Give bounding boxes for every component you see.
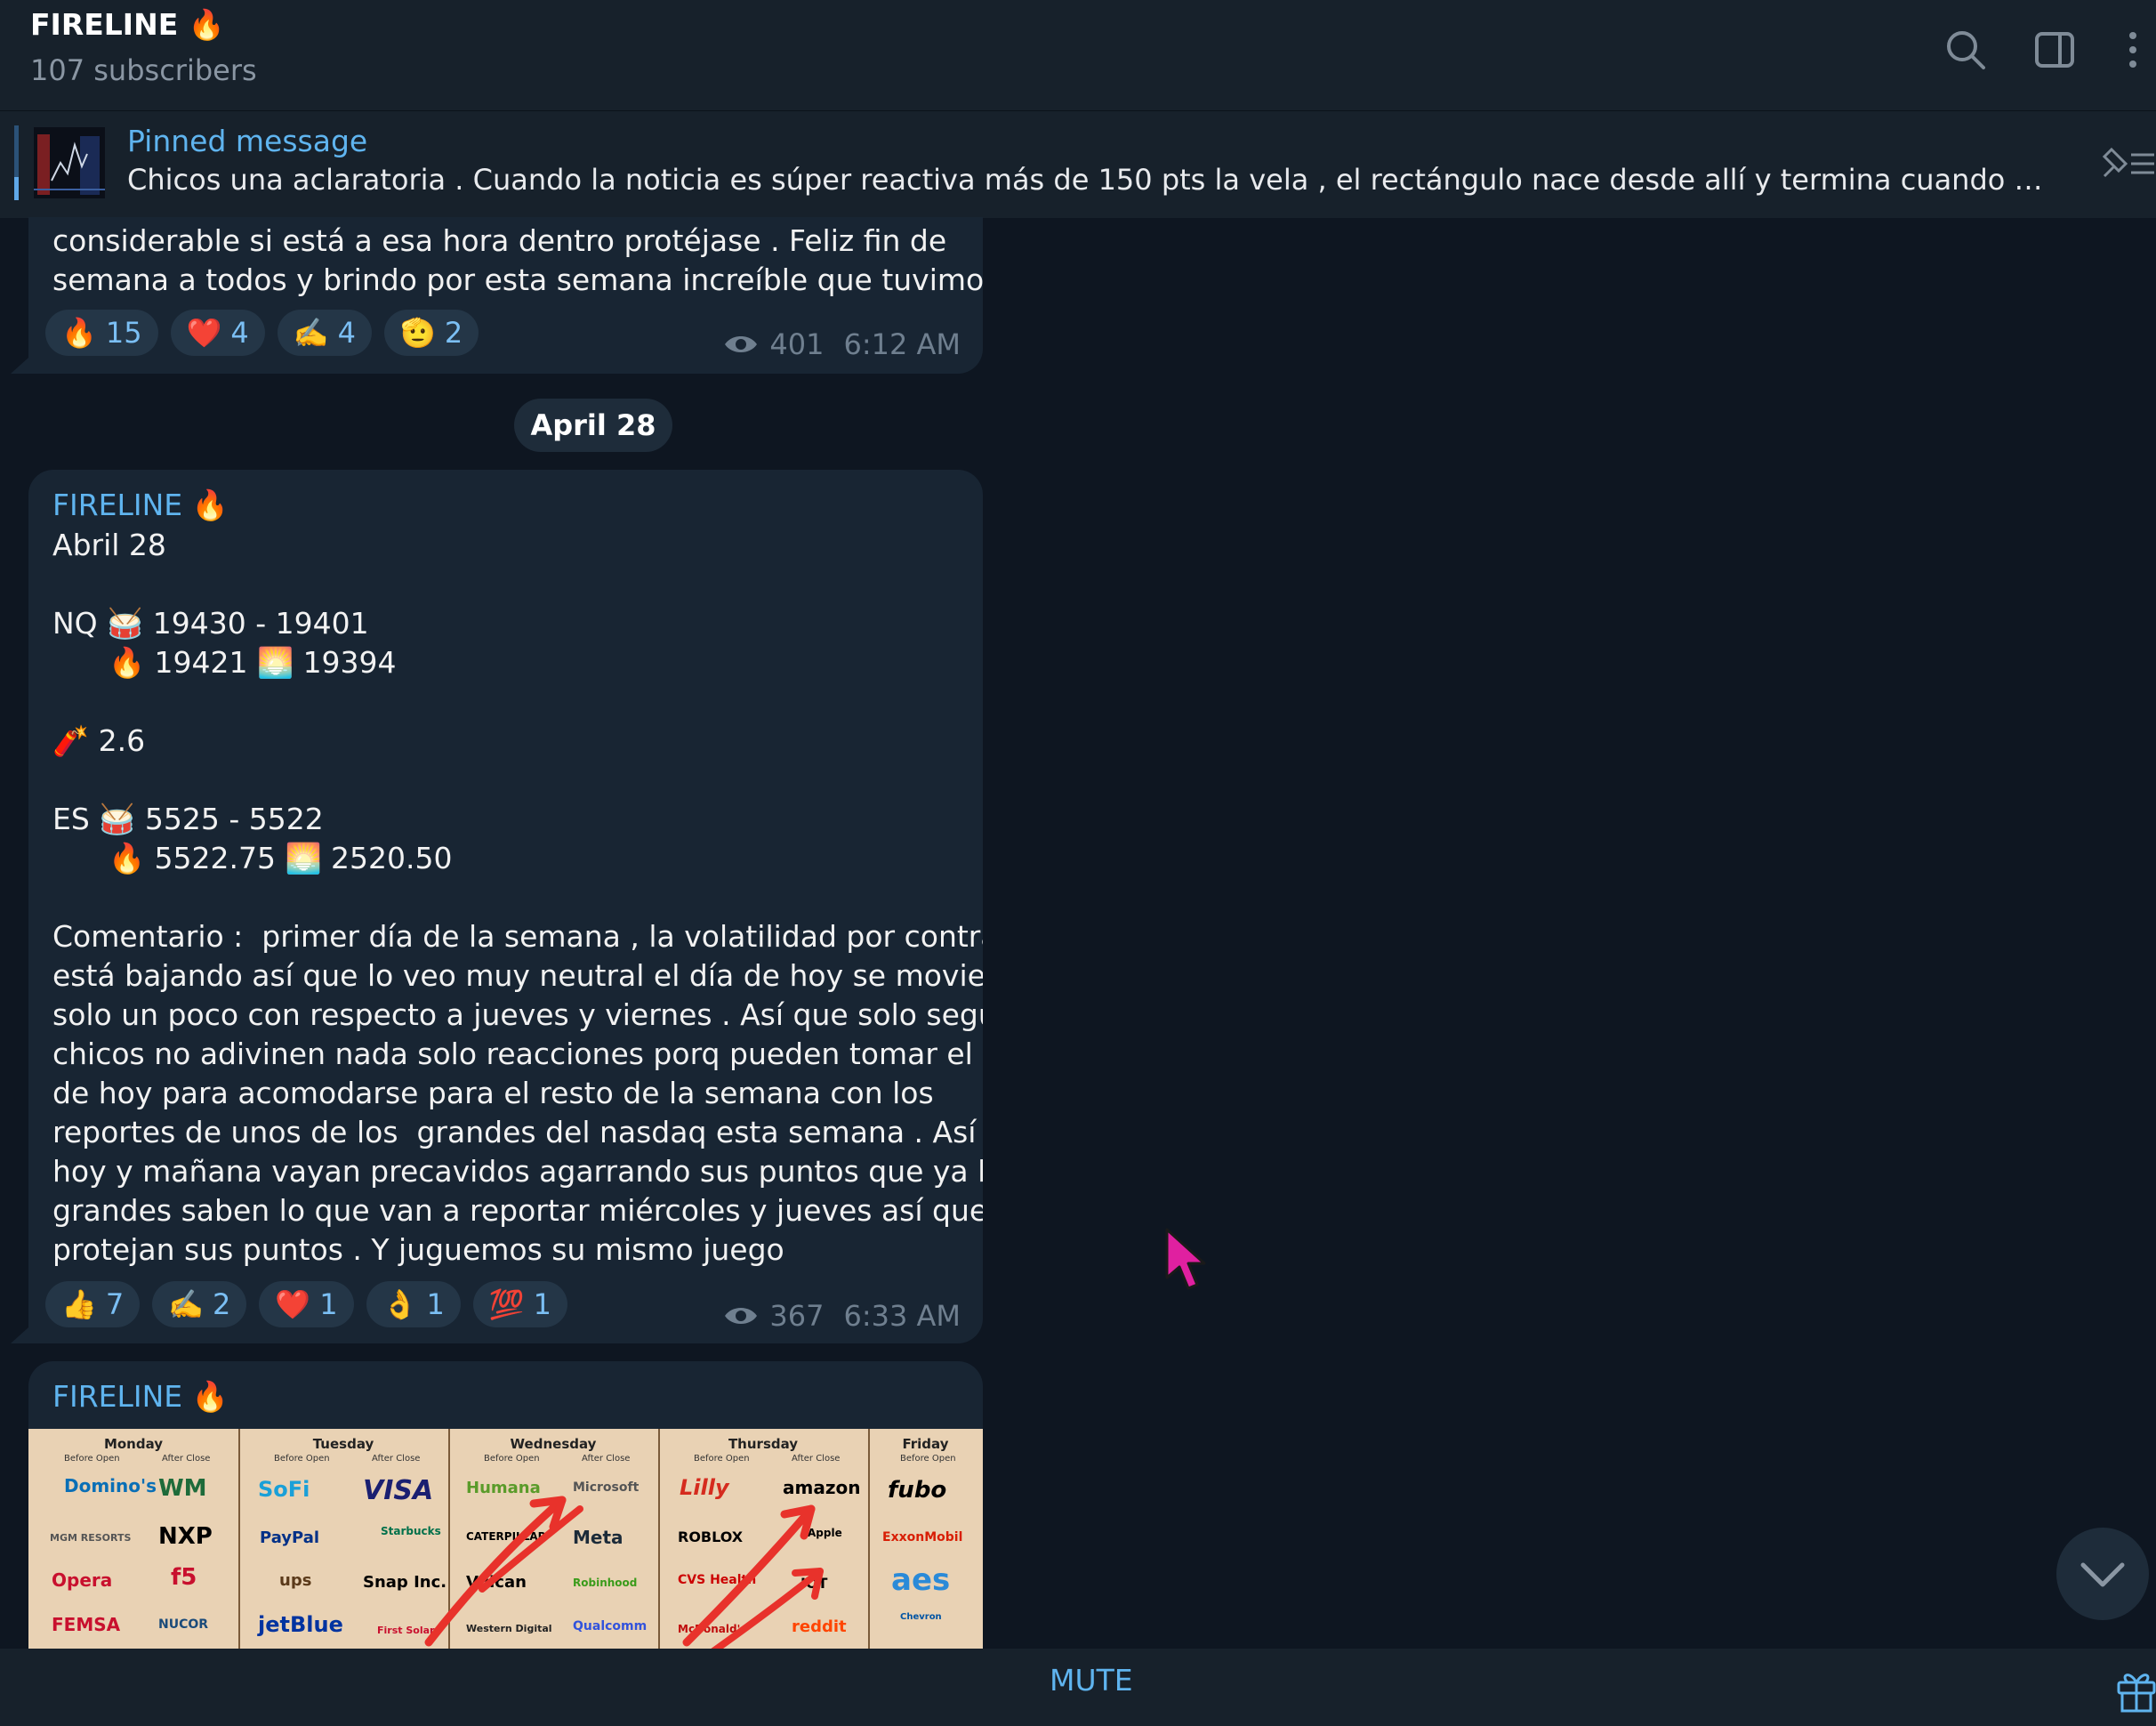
view-count: 367 — [769, 1299, 825, 1333]
reaction-chip[interactable]: ✍️ 4 — [277, 310, 372, 356]
view-count: 401 — [769, 327, 825, 361]
eye-icon — [725, 1308, 758, 1324]
earnings-calendar-image[interactable]: Monday Before Open After Close Domino's … — [28, 1429, 983, 1649]
annotation-arrows — [424, 1496, 824, 1649]
message-sender[interactable]: FIRELINE 🔥 — [52, 1379, 229, 1415]
pin-list-icon[interactable] — [2099, 141, 2156, 185]
reaction-chip[interactable]: 🔥 15 — [45, 310, 158, 356]
reactions-row: 🔥 15 ❤️ 4 ✍️ 4 🫡 2 — [45, 310, 479, 356]
mouse-cursor-icon — [1165, 1228, 1206, 1290]
reaction-chip[interactable]: ✍️ 2 — [152, 1281, 247, 1327]
reaction-chip[interactable]: 💯 1 — [472, 1281, 568, 1327]
message-sender[interactable]: FIRELINE 🔥 — [52, 488, 229, 523]
message-meta: 367 6:33 AM — [723, 1299, 961, 1333]
mute-button[interactable]: MUTE — [1050, 1663, 1133, 1698]
reaction-chip[interactable]: 👌 1 — [366, 1281, 461, 1327]
reaction-chip[interactable]: 👍 7 — [45, 1281, 141, 1327]
message-text: Abril 28 NQ 🥁 19430 - 19401 🔥 19421 🌅 19… — [52, 528, 983, 1267]
pinned-message-bar[interactable]: Pinned message Chicos una aclaratoria . … — [0, 110, 2156, 218]
sidebar-toggle-icon[interactable] — [2033, 27, 2076, 73]
pinned-thumbnail — [34, 127, 105, 198]
pinned-indicator — [14, 125, 19, 200]
pinned-text: Chicos una aclaratoria . Cuando la notic… — [127, 163, 2048, 197]
subscriber-count: 107 subscribers — [30, 53, 257, 87]
message-bubble[interactable]: FIRELINE 🔥 Monday Before Open After Clos… — [28, 1361, 983, 1649]
message-bubble[interactable]: FIRELINE 🔥 Abril 28 NQ 🥁 19430 - 19401 🔥… — [28, 470, 983, 1343]
message-meta: 401 6:12 AM — [723, 327, 961, 361]
message-time: 6:33 AM — [843, 1299, 961, 1333]
bubble-tail — [11, 1327, 28, 1343]
message-text: considerable si está a esa hora dentro p… — [52, 223, 983, 297]
reaction-chip[interactable]: ❤️ 4 — [170, 310, 265, 356]
more-vertical-icon[interactable] — [2113, 27, 2152, 73]
pinned-label: Pinned message — [127, 124, 368, 158]
chevron-down-icon — [2080, 1562, 2125, 1587]
message-time: 6:12 AM — [843, 327, 961, 361]
bubble-tail — [11, 358, 28, 374]
gift-icon[interactable] — [2113, 1666, 2156, 1713]
message-bubble[interactable]: considerable si está a esa hora dentro p… — [28, 217, 983, 374]
scroll-to-bottom-button[interactable] — [2056, 1528, 2149, 1620]
chat-header: FIRELINE 🔥 107 subscribers — [0, 0, 2156, 110]
channel-title[interactable]: FIRELINE 🔥 — [30, 7, 225, 43]
reaction-chip[interactable]: 🫡 2 — [383, 310, 479, 356]
bottom-bar: MUTE — [0, 1649, 2156, 1726]
reaction-chip[interactable]: ❤️ 1 — [259, 1281, 354, 1327]
search-icon[interactable] — [1944, 27, 1987, 73]
date-separator: April 28 — [514, 399, 672, 452]
eye-icon — [725, 336, 758, 352]
reactions-row: 👍 7 ✍️ 2 ❤️ 1 👌 1 💯 1 — [45, 1281, 568, 1327]
